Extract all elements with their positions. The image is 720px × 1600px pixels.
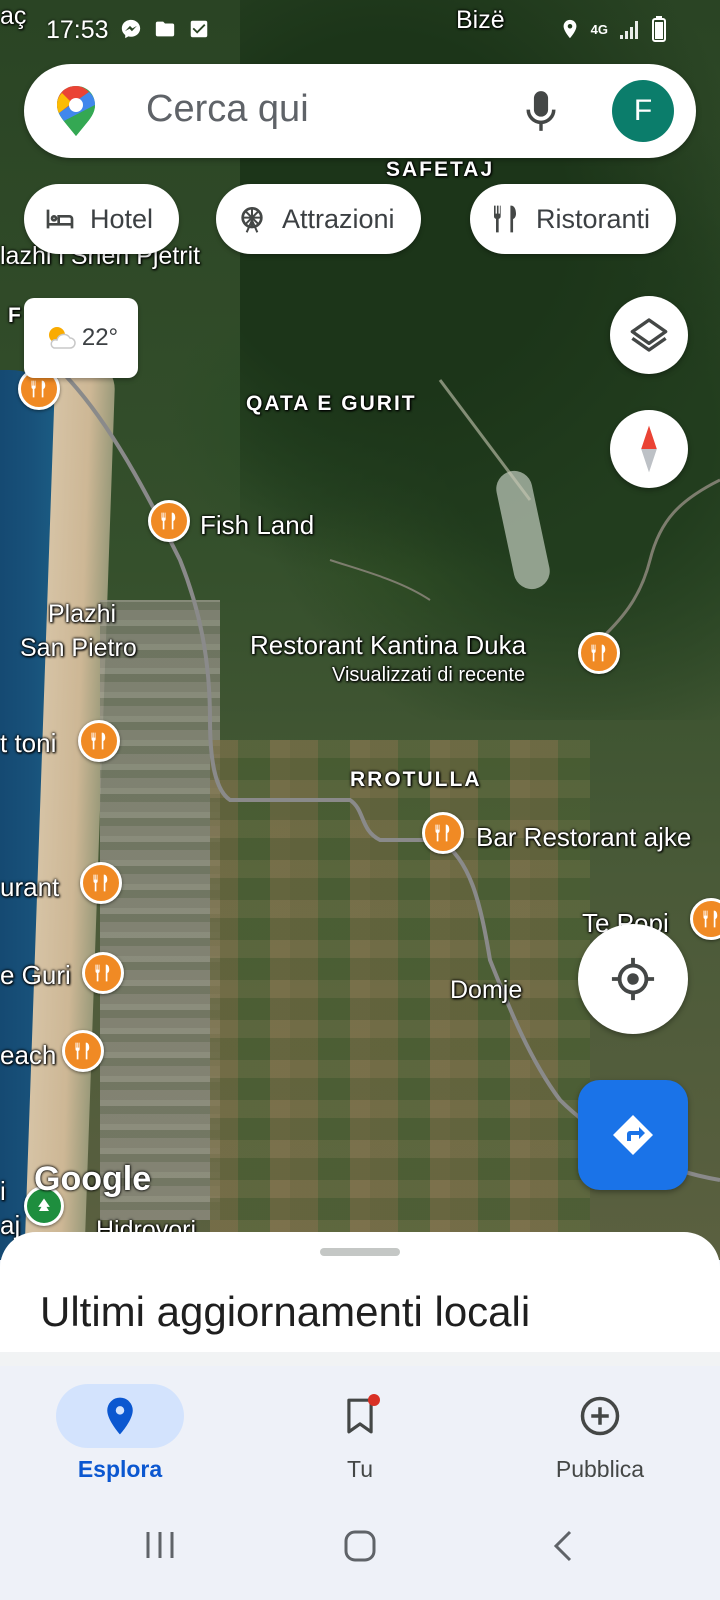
fork-knife-icon xyxy=(494,205,516,233)
poi-label-fish-land[interactable]: Fish Land xyxy=(200,510,314,541)
notification-dot xyxy=(368,1394,380,1406)
bottom-sheet[interactable]: Ultimi aggiornamenti locali xyxy=(0,1232,720,1352)
sheet-drag-handle[interactable] xyxy=(320,1248,400,1256)
location-pin-icon xyxy=(107,1397,133,1435)
home-icon[interactable] xyxy=(344,1530,376,1562)
nav-tab-you[interactable]: Tu xyxy=(270,1384,450,1483)
nav-tab-publish[interactable]: Pubblica xyxy=(510,1384,690,1483)
fork-knife-icon xyxy=(703,910,718,928)
partly-cloudy-icon xyxy=(48,327,76,349)
nav-publish-indicator xyxy=(536,1384,664,1448)
my-location-icon xyxy=(611,957,655,1001)
system-navigation-bar xyxy=(0,1496,720,1600)
signal-icon xyxy=(620,21,638,39)
folder-icon xyxy=(155,21,175,37)
chip-attractions[interactable]: Attrazioni xyxy=(216,184,421,254)
divider xyxy=(0,1352,720,1366)
status-icons-left xyxy=(120,18,210,40)
avatar[interactable]: F xyxy=(612,80,674,142)
recent-apps-icon[interactable] xyxy=(144,1530,176,1560)
nav-tab-explore[interactable]: Esplora xyxy=(30,1384,210,1483)
place-label-safetaj: SAFETAJ xyxy=(386,158,495,181)
chip-restaurants[interactable]: Ristoranti xyxy=(470,184,677,254)
battery-icon xyxy=(652,16,666,42)
fork-knife-icon xyxy=(91,732,106,750)
layers-icon xyxy=(630,318,668,352)
nav-explore-label: Esplora xyxy=(77,1456,163,1482)
compass-button[interactable] xyxy=(610,410,688,488)
directions-button[interactable] xyxy=(578,1080,688,1190)
my-location-button[interactable] xyxy=(578,924,688,1034)
ferris-wheel-icon xyxy=(241,207,263,233)
checkbox-icon xyxy=(190,20,208,38)
nav-explore-indicator xyxy=(56,1384,184,1448)
poi-kantina-duka-marker[interactable] xyxy=(578,632,620,674)
messenger-icon xyxy=(121,19,141,39)
poi-label-kantina-duka[interactable]: Restorant Kantina Duka xyxy=(250,630,526,661)
chip-restaurants-label: Ristoranti xyxy=(536,203,651,234)
poi-label-e-guri[interactable]: e Guri xyxy=(0,960,71,991)
place-label-plazhi: Plazhi xyxy=(48,600,117,628)
google-watermark: Google xyxy=(34,1160,152,1198)
poi-label-toni[interactable]: t toni xyxy=(0,728,56,759)
sheet-title: Ultimi aggiornamenti locali xyxy=(40,1288,531,1335)
compass-icon xyxy=(641,425,657,473)
weather-temperature: 22° xyxy=(81,324,119,351)
park-icon xyxy=(38,1198,50,1211)
fork-knife-icon xyxy=(75,1042,90,1060)
bed-icon xyxy=(46,209,74,229)
fork-knife-icon xyxy=(435,824,450,842)
fork-knife-icon xyxy=(161,512,176,530)
place-label-san-pietro: San Pietro xyxy=(20,634,137,662)
location-icon xyxy=(563,19,577,39)
search-input[interactable]: Cerca qui xyxy=(146,88,309,131)
microphone-icon[interactable] xyxy=(524,88,558,134)
chip-hotel[interactable]: Hotel xyxy=(24,184,180,254)
search-bar[interactable]: Cerca qui F xyxy=(24,64,696,158)
fork-knife-icon xyxy=(31,380,46,398)
nav-you-label: Tu xyxy=(347,1456,373,1482)
poi-e-guri-marker[interactable] xyxy=(82,952,124,994)
poi-label-bar-restorant[interactable]: Bar Restorant ajke xyxy=(476,822,691,853)
place-label-qata-e-gurit: QATA E GURIT xyxy=(246,392,417,415)
status-icons-right: 4G xyxy=(559,16,666,42)
poi-label-each[interactable]: each xyxy=(0,1040,56,1071)
chip-attractions-label: Attrazioni xyxy=(282,203,395,234)
place-label-domje: Domje xyxy=(450,976,523,1004)
place-label-rrotulla: RROTULLA xyxy=(350,768,482,791)
4g-icon: 4G xyxy=(590,21,608,37)
nav-publish-label: Pubblica xyxy=(555,1456,645,1482)
nav-you-indicator xyxy=(296,1384,424,1448)
poi-label-urant[interactable]: urant xyxy=(0,872,59,903)
status-bar: 17:53 4G xyxy=(0,0,720,58)
poi-toni-marker[interactable] xyxy=(78,720,120,762)
layers-button[interactable] xyxy=(610,296,688,374)
poi-bar-restorant-marker[interactable] xyxy=(422,812,464,854)
bottom-navigation: Esplora Tu Pubblica xyxy=(0,1366,720,1496)
poi-fish-land-marker[interactable] xyxy=(148,500,190,542)
poi-sublabel-recent: Visualizzati di recente xyxy=(332,664,526,686)
add-circle-icon xyxy=(580,1396,620,1436)
google-maps-logo-icon xyxy=(57,86,95,136)
back-icon[interactable] xyxy=(552,1530,574,1562)
fork-knife-icon xyxy=(95,964,110,982)
weather-chip[interactable]: 22° xyxy=(24,298,138,378)
chip-hotel-label: Hotel xyxy=(90,203,154,234)
poi-urant-marker[interactable] xyxy=(80,862,122,904)
poi-label-i: i xyxy=(0,1176,6,1206)
fork-knife-icon xyxy=(591,644,606,662)
status-time: 17:53 xyxy=(46,16,109,44)
fork-knife-icon xyxy=(93,874,108,892)
directions-icon xyxy=(613,1115,653,1155)
poi-each-marker[interactable] xyxy=(62,1030,104,1072)
